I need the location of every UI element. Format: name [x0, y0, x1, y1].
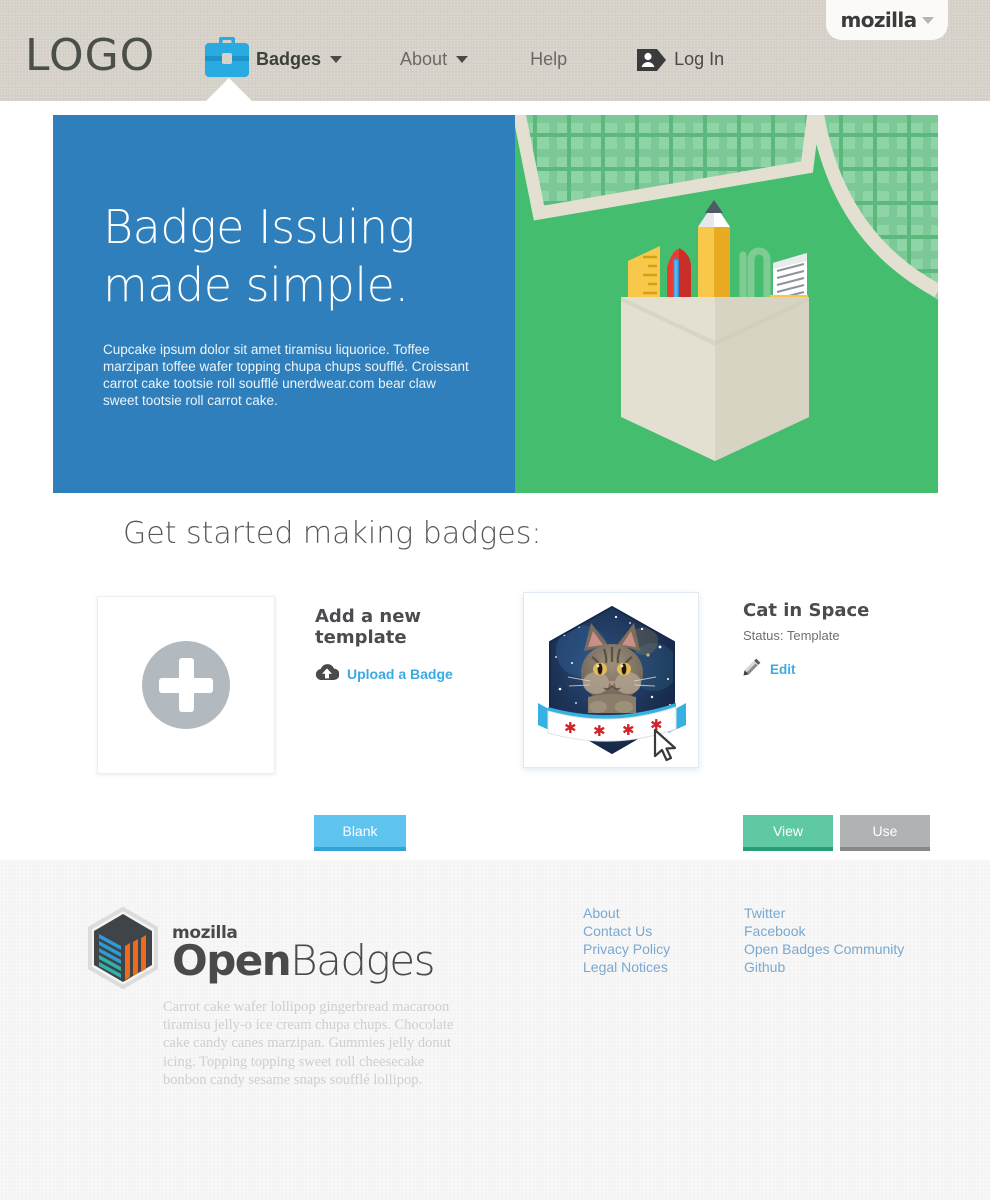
footer-link-open-badges-community[interactable]: Open Badges Community	[744, 940, 904, 958]
nav-item-help[interactable]: Help	[530, 49, 567, 70]
mouse-cursor-icon	[653, 729, 677, 762]
cat-in-space-info: Cat in Space Status: Template Edit	[743, 600, 958, 681]
hero-illustration	[515, 115, 938, 493]
footer-link-twitter[interactable]: Twitter	[744, 904, 904, 922]
view-button[interactable]: View	[743, 815, 833, 851]
nav-item-login[interactable]: Log In	[637, 47, 724, 73]
upload-badge-link[interactable]: Upload a Badge	[315, 662, 515, 686]
main-content-panel: Badge Issuing made simple. Cupcake ipsum…	[22, 101, 968, 851]
use-button[interactable]: Use	[840, 815, 930, 851]
cat-in-space-thumbnail[interactable]: ✱ ✱ ✱ ✱	[523, 592, 699, 768]
svg-text:✱: ✱	[564, 719, 577, 737]
shirt-pocket-with-stationery-icon	[515, 115, 938, 493]
edit-link[interactable]: Edit	[743, 657, 958, 681]
hero-title-line1: Badge Issuing	[103, 200, 415, 254]
openbadges-name-label: OpenBadges	[172, 935, 435, 985]
logo-open-word: Open	[172, 935, 292, 985]
blank-button[interactable]: Blank	[314, 815, 406, 851]
chevron-down-icon	[456, 56, 469, 63]
add-template-info: Add a new template Upload a Badge	[315, 606, 515, 686]
nav-item-badges[interactable]: Badges	[205, 37, 343, 79]
add-template-buttons: Blank	[314, 815, 406, 851]
footer-links-column-1: About Contact Us Privacy Policy Legal No…	[583, 904, 670, 976]
footer-link-privacy-policy[interactable]: Privacy Policy	[583, 940, 670, 958]
hero-body-text: Cupcake ipsum dolor sit amet tiramisu li…	[103, 342, 469, 408]
svg-text:✱: ✱	[622, 721, 635, 739]
footer-description: Carrot cake wafer lollipop gingerbread m…	[163, 999, 454, 1088]
nav-item-about[interactable]: About	[400, 49, 469, 70]
user-login-icon	[637, 47, 667, 73]
nav-label-help: Help	[530, 49, 568, 69]
footer-link-legal-notices[interactable]: Legal Notices	[583, 958, 670, 976]
svg-text:✱: ✱	[593, 722, 606, 740]
section-title: Get started making badges:	[123, 516, 542, 551]
logo-badges-word: Badges	[290, 935, 435, 985]
main-navigation: Badges About Help Log In	[205, 37, 724, 79]
add-template-thumbnail[interactable]	[97, 596, 275, 774]
mozilla-tab[interactable]: mozilla	[826, 0, 948, 40]
card-title-add-template: Add a new template	[315, 606, 422, 648]
site-logo[interactable]: LOGO	[25, 30, 155, 81]
footer-link-contact-us[interactable]: Contact Us	[583, 922, 670, 940]
nav-label-login: Log In	[674, 49, 725, 69]
chevron-down-icon	[330, 56, 343, 63]
footer-links-column-2: Twitter Facebook Open Badges Community G…	[744, 904, 904, 976]
briefcase-icon	[205, 37, 249, 79]
site-header: mozilla LOGO Badges About Help Log In	[0, 0, 990, 101]
hero-title-line2: made simple.	[103, 258, 409, 312]
chevron-down-icon	[921, 16, 934, 24]
pencil-edit-icon	[743, 657, 762, 681]
nav-label-about: About	[400, 49, 448, 69]
hero-title: Badge Issuing made simple.	[103, 198, 515, 314]
footer-link-facebook[interactable]: Facebook	[744, 922, 904, 940]
edit-label: Edit	[770, 661, 796, 677]
cloud-upload-icon	[315, 662, 340, 686]
upload-badge-label: Upload a Badge	[347, 666, 453, 682]
openbadges-logo[interactable]: mozilla OpenBadges	[86, 906, 435, 994]
card-title-cat-in-space: Cat in Space	[743, 600, 870, 621]
hero-banner: Badge Issuing made simple. Cupcake ipsum…	[53, 115, 938, 493]
plus-circle-icon	[142, 641, 230, 729]
footer-link-github[interactable]: Github	[744, 958, 904, 976]
footer-link-about[interactable]: About	[583, 904, 670, 922]
openbadges-hexagon-icon	[86, 906, 160, 994]
hero-text-panel: Badge Issuing made simple. Cupcake ipsum…	[53, 115, 515, 493]
active-nav-pointer	[206, 78, 252, 101]
site-footer: mozilla OpenBadges Carrot cake wafer lol…	[0, 860, 990, 1200]
nav-label-badges: Badges	[256, 49, 322, 69]
mozilla-tab-label: mozilla	[840, 8, 917, 32]
cat-in-space-buttons: View Use	[743, 815, 930, 851]
openbadges-wordmark: mozilla OpenBadges	[172, 919, 435, 985]
card-status: Status: Template	[743, 628, 840, 643]
